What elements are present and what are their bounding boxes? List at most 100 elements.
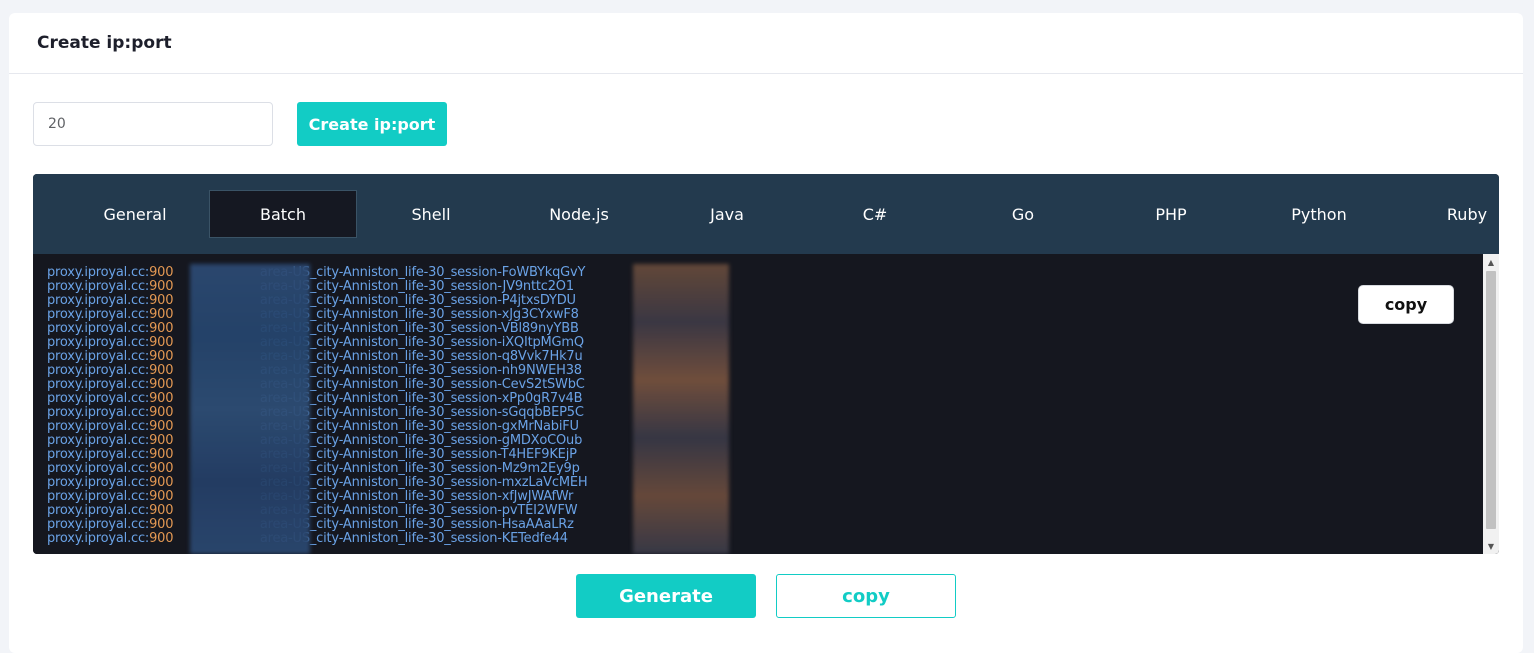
proxy-host: proxy.iproyal.cc: (47, 265, 150, 280)
code-output[interactable]: proxy.iproyal.cc:900 area-US_city-Annist… (33, 254, 1499, 554)
proxy-line: proxy.iproyal.cc:900 area-US_city-Annist… (47, 378, 587, 392)
proxy-host: proxy.iproyal.cc: (47, 475, 150, 490)
proxy-port: 900 (149, 419, 174, 434)
proxy-port: 900 (149, 503, 174, 518)
proxy-host: proxy.iproyal.cc: (47, 517, 150, 532)
copy-button[interactable]: copy (776, 574, 956, 618)
proxy-session-id: iXQItpMGmQ (501, 335, 584, 350)
proxy-session-id: pvTEI2WFW (501, 503, 578, 518)
redacted-session-suffix (633, 264, 729, 554)
proxy-session-id: T4HEF9KEjP (500, 447, 577, 462)
proxy-port: 900 (149, 335, 174, 350)
tab-php[interactable]: PHP (1097, 190, 1245, 238)
proxy-line: proxy.iproyal.cc:900 area-US_city-Annist… (47, 364, 587, 378)
proxy-line: proxy.iproyal.cc:900 area-US_city-Annist… (47, 266, 587, 280)
proxy-line: proxy.iproyal.cc:900 area-US_city-Annist… (47, 518, 587, 532)
proxy-host: proxy.iproyal.cc: (47, 363, 150, 378)
proxy-host: proxy.iproyal.cc: (47, 433, 150, 448)
proxy-session-id: mxzLaVcMEH (501, 475, 588, 490)
proxy-line: proxy.iproyal.cc:900 area-US_city-Annist… (47, 294, 587, 308)
tab-node-js[interactable]: Node.js (505, 190, 653, 238)
proxy-line: proxy.iproyal.cc:900 area-US_city-Annist… (47, 350, 587, 364)
proxy-line: proxy.iproyal.cc:900 area-US_city-Annist… (47, 420, 587, 434)
proxy-session-id: xJg3CYxwF8 (501, 307, 579, 322)
proxy-port: 900 (149, 531, 174, 546)
create-ipport-button[interactable]: Create ip:port (297, 102, 447, 146)
scroll-thumb[interactable] (1486, 271, 1496, 529)
proxy-port: 900 (149, 279, 174, 294)
copy-code-button[interactable]: copy (1358, 285, 1454, 324)
tab-batch[interactable]: Batch (209, 190, 357, 238)
proxy-line: proxy.iproyal.cc:900 area-US_city-Annist… (47, 308, 587, 322)
code-panel: General Batch Shell Node.js Java C# Go PHP Pytho… (33, 174, 1499, 554)
proxy-host: proxy.iproyal.cc: (47, 279, 150, 294)
proxy-line: proxy.iproyal.cc:900 area-US_city-Annist… (47, 406, 587, 420)
proxy-host: proxy.iproyal.cc: (47, 419, 150, 434)
proxy-port: 900 (149, 391, 174, 406)
count-input[interactable] (33, 102, 273, 146)
tab-java[interactable]: Java (653, 190, 801, 238)
language-tabs: General Batch Shell Node.js Java C# Go PHP Pytho… (33, 174, 1499, 254)
proxy-port: 900 (149, 377, 174, 392)
proxy-session-id: Mz9m2Ey9p (501, 461, 580, 476)
proxy-line: proxy.iproyal.cc:900 area-US_city-Annist… (47, 322, 587, 336)
proxy-port: 900 (149, 517, 174, 532)
tab-python[interactable]: Python (1245, 190, 1393, 238)
proxy-session-id: sGqqbBEP5C (501, 405, 584, 420)
proxy-port: 900 (149, 363, 174, 378)
proxy-port: 900 (149, 489, 174, 504)
tab-shell[interactable]: Shell (357, 190, 505, 238)
proxy-line: proxy.iproyal.cc:900 area-US_city-Annist… (47, 336, 587, 350)
proxy-session-id: KETedfe44 (501, 531, 568, 546)
proxy-host: proxy.iproyal.cc: (47, 405, 150, 420)
proxy-line: proxy.iproyal.cc:900 area-US_city-Annist… (47, 448, 587, 462)
proxy-port: 900 (149, 433, 174, 448)
proxy-session-id: P4jtxsDYDU (501, 293, 576, 308)
vertical-scrollbar[interactable]: ▲ ▼ (1483, 254, 1499, 554)
proxy-line: proxy.iproyal.cc:900 area-US_city-Annist… (47, 462, 587, 476)
proxy-port: 900 (149, 475, 174, 490)
proxy-session-id: gMDXoCOub (501, 433, 583, 448)
proxy-port: 900 (149, 293, 174, 308)
proxy-host: proxy.iproyal.cc: (47, 293, 150, 308)
proxy-port: 900 (149, 447, 174, 462)
proxy-host: proxy.iproyal.cc: (47, 531, 150, 546)
proxy-session-id: gxMrNabiFU (501, 419, 579, 434)
scroll-down-arrow-icon[interactable]: ▼ (1483, 538, 1499, 554)
proxy-host: proxy.iproyal.cc: (47, 377, 150, 392)
proxy-line: proxy.iproyal.cc:900 area-US_city-Annist… (47, 504, 587, 518)
proxy-host: proxy.iproyal.cc: (47, 503, 150, 518)
tab-general[interactable]: General (61, 190, 209, 238)
proxy-port: 900 (149, 307, 174, 322)
proxy-line: proxy.iproyal.cc:900 area-US_city-Annist… (47, 434, 587, 448)
proxy-session-id: JV9nttc2O1 (502, 279, 575, 294)
proxy-line: proxy.iproyal.cc:900 area-US_city-Annist… (47, 490, 587, 504)
proxy-host: proxy.iproyal.cc: (47, 447, 150, 462)
card-header: Create ip:port (9, 13, 1523, 74)
proxy-port: 900 (149, 265, 174, 280)
proxy-host: proxy.iproyal.cc: (47, 349, 150, 364)
redacted-credentials (190, 264, 310, 554)
proxy-port: 900 (149, 405, 174, 420)
proxy-port: 900 (149, 321, 174, 336)
proxy-port: 900 (149, 461, 174, 476)
proxy-host: proxy.iproyal.cc: (47, 335, 150, 350)
tab-ruby[interactable]: Ruby (1393, 190, 1499, 238)
page-title: Create ip:port (37, 33, 172, 53)
create-ipport-card: Create ip:port Create ip:port GeneralBat… (9, 13, 1523, 653)
proxy-host: proxy.iproyal.cc: (47, 391, 150, 406)
tab-go[interactable]: Go (949, 190, 1097, 238)
scroll-up-arrow-icon[interactable]: ▲ (1483, 254, 1499, 270)
proxy-host: proxy.iproyal.cc: (47, 321, 150, 336)
generate-button[interactable]: Generate (576, 574, 756, 618)
proxy-port: 900 (149, 349, 174, 364)
tab-c[interactable]: C# (801, 190, 949, 238)
proxy-session-id: VBl89nyYBB (501, 321, 579, 336)
proxy-session-id: q8Vvk7Hk7u (501, 349, 583, 364)
proxy-host: proxy.iproyal.cc: (47, 461, 150, 476)
proxy-list: proxy.iproyal.cc:900 area-US_city-Annist… (47, 266, 588, 546)
proxy-line: proxy.iproyal.cc:900 area-US_city-Annist… (47, 532, 587, 546)
proxy-line: proxy.iproyal.cc:900 area-US_city-Annist… (47, 280, 587, 294)
proxy-session-id: xfJwJWAfWr (501, 489, 574, 504)
proxy-session-id: nh9NWEH38 (501, 363, 582, 378)
